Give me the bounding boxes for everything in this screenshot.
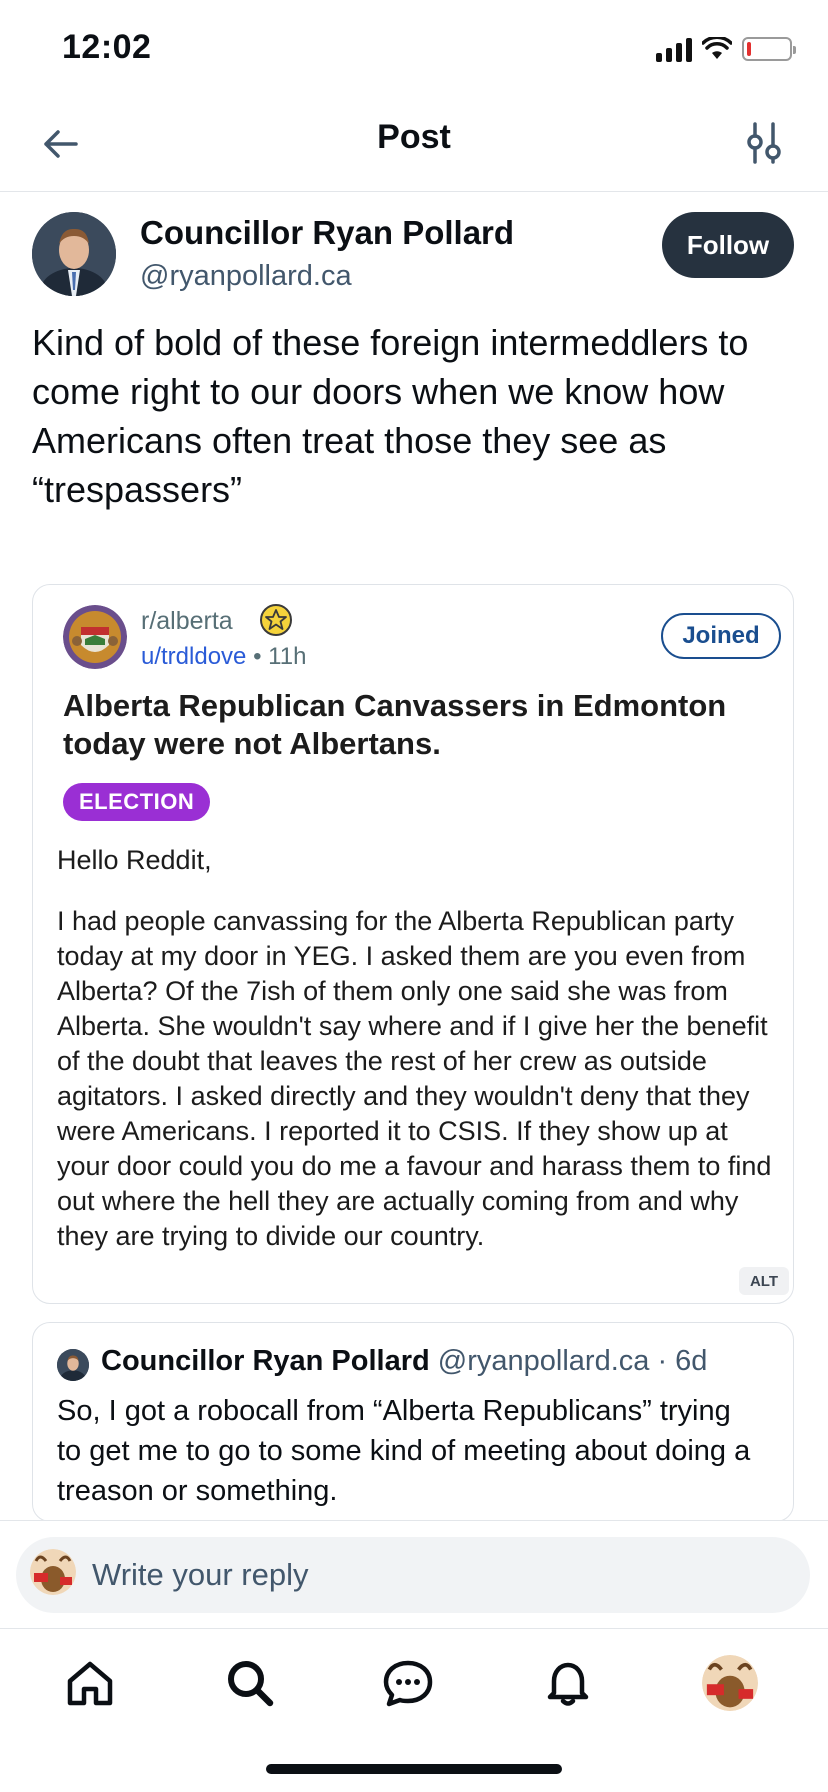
reddit-user-line: u/trdldove • 11h bbox=[141, 643, 306, 671]
quoted-post-time: 6d bbox=[675, 1345, 708, 1377]
reply-bar: Write your reply bbox=[0, 1520, 828, 1628]
reddit-post-time: 11h bbox=[268, 643, 307, 670]
cellular-signal-icon bbox=[656, 36, 692, 62]
reddit-post-title: Alberta Republican Canvassers in Edmonto… bbox=[63, 688, 727, 761]
award-star-icon bbox=[260, 604, 292, 636]
quoted-post[interactable]: Councillor Ryan Pollard @ryanpollard.ca … bbox=[32, 1322, 794, 1522]
home-indicator bbox=[266, 1764, 562, 1774]
separator: · bbox=[649, 1345, 676, 1377]
reddit-body-text: I had people canvassing for the Alberta … bbox=[57, 906, 772, 1251]
sliders-icon[interactable] bbox=[744, 120, 784, 166]
author-handle[interactable]: @ryanpollard.ca bbox=[140, 260, 352, 293]
follow-button[interactable]: Follow bbox=[662, 212, 794, 278]
quoted-author-handle: @ryanpollard.ca bbox=[437, 1345, 650, 1377]
profile-avatar[interactable] bbox=[702, 1655, 758, 1711]
subreddit-name: r/alberta bbox=[141, 607, 233, 635]
reply-placeholder: Write your reply bbox=[92, 1557, 309, 1592]
home-icon[interactable] bbox=[62, 1655, 118, 1711]
user-avatar bbox=[30, 1549, 76, 1595]
reddit-greeting: Hello Reddit, bbox=[57, 845, 212, 875]
subreddit-avatar bbox=[63, 605, 127, 669]
search-icon[interactable] bbox=[222, 1655, 278, 1711]
status-bar: 12:02 bbox=[0, 0, 828, 96]
post-text: Kind of bold of these foreign intermeddl… bbox=[32, 322, 749, 510]
reddit-post-body: Hello Reddit, I had people canvassing fo… bbox=[57, 843, 777, 1280]
chat-icon[interactable] bbox=[380, 1655, 436, 1711]
quoted-header: Councillor Ryan Pollard @ryanpollard.ca … bbox=[101, 1345, 707, 1378]
alt-text-button[interactable]: ALT bbox=[739, 1267, 789, 1295]
joined-button: Joined bbox=[661, 613, 781, 659]
status-time: 12:02 bbox=[62, 28, 152, 66]
battery-low-icon bbox=[742, 37, 796, 61]
bell-icon[interactable] bbox=[540, 1655, 596, 1711]
embedded-image[interactable]: r/alberta u/trdldove • 11h Joined Albert… bbox=[32, 584, 794, 1304]
separator: • bbox=[246, 643, 269, 670]
reddit-username: u/trdldove bbox=[141, 643, 247, 670]
post-header: Post bbox=[0, 96, 828, 192]
wifi-icon bbox=[702, 37, 732, 59]
status-icons bbox=[656, 36, 796, 62]
author-name[interactable]: Councillor Ryan Pollard bbox=[140, 214, 514, 252]
flair-badge: ELECTION bbox=[63, 783, 211, 821]
quoted-author-name: Councillor Ryan Pollard bbox=[101, 1345, 430, 1377]
page-title: Post bbox=[377, 118, 451, 156]
quoted-author-avatar bbox=[57, 1349, 89, 1381]
quoted-post-text: So, I got a robocall from “Alberta Repub… bbox=[57, 1395, 751, 1507]
author-avatar[interactable] bbox=[32, 212, 116, 296]
